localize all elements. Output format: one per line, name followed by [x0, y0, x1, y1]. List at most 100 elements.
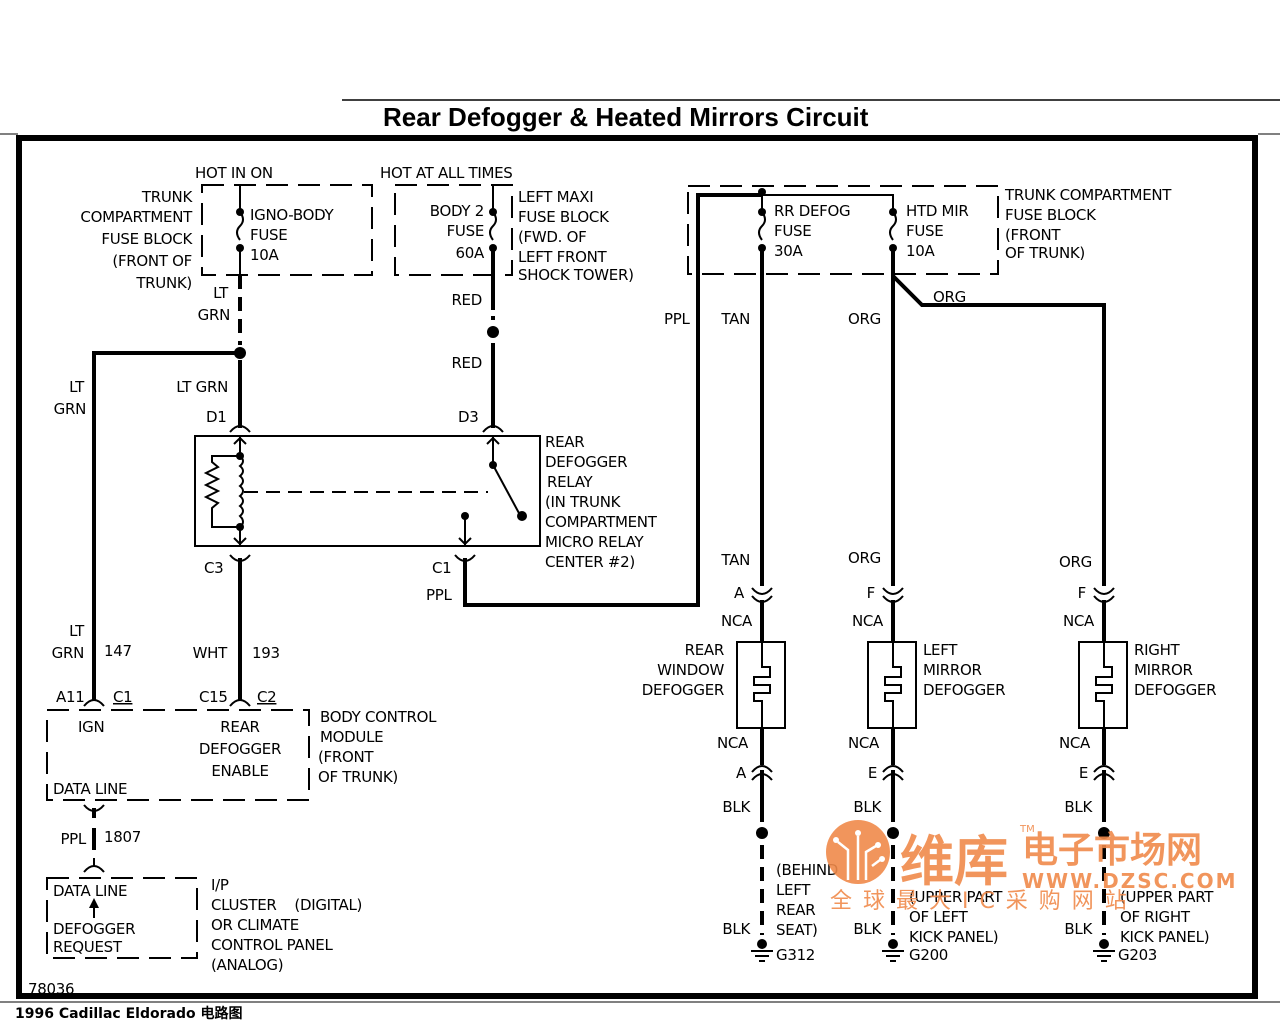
connector-d1 [229, 425, 251, 433]
ground-location: KICK PANEL) [1120, 928, 1209, 946]
svg-text:ENABLE: ENABLE [211, 762, 268, 780]
diagram-title: Rear Defogger & Heated Mirrors Circuit [383, 102, 869, 132]
diagram-id: 78036 [28, 980, 74, 998]
svg-text:(IN TRUNK: (IN TRUNK [545, 493, 622, 511]
svg-text:NCA: NCA [848, 734, 880, 752]
svg-text:1807: 1807 [104, 828, 141, 846]
htd-mir-fuse: HTD MIR FUSE 10A [889, 202, 969, 260]
relay-coil [203, 436, 488, 546]
wiring-diagram: Rear Defogger & Heated Mirrors Circuit 1… [0, 99, 1280, 1022]
svg-text:I/P: I/P [211, 876, 229, 894]
svg-text:TRUNK: TRUNK [141, 188, 194, 206]
svg-text:TAN: TAN [720, 310, 750, 328]
svg-text:OF TRUNK): OF TRUNK) [1005, 244, 1085, 262]
watermark-market: 电子市场网 [1022, 830, 1202, 871]
svg-text:193: 193 [252, 644, 280, 662]
ground-icon [1093, 950, 1115, 962]
ip-cluster-label: I/P CLUSTER (DIGITAL) OR CLIMATE CONTROL… [211, 876, 362, 974]
svg-text:FUSE: FUSE [447, 222, 484, 240]
splice [887, 827, 899, 839]
svg-text:FUSE BLOCK: FUSE BLOCK [518, 208, 610, 226]
svg-text:10A: 10A [906, 242, 935, 260]
connector-d3-label: D3 [458, 408, 479, 426]
svg-text:ORG: ORG [848, 310, 881, 328]
svg-text:NCA: NCA [852, 612, 884, 630]
svg-text:F: F [1078, 584, 1086, 602]
svg-text:10A: 10A [250, 246, 279, 264]
svg-text:CONTROL PANEL: CONTROL PANEL [211, 936, 333, 954]
svg-text:(FRONT: (FRONT [318, 748, 374, 766]
svg-text:CENTER #2): CENTER #2) [545, 553, 635, 571]
svg-text:60A: 60A [456, 244, 485, 262]
load-name: MIRROR [1134, 661, 1193, 679]
svg-text:NCA: NCA [717, 734, 749, 752]
svg-text:TRUNK COMPARTMENT: TRUNK COMPARTMENT [1004, 186, 1172, 204]
svg-text:NCA: NCA [1063, 612, 1095, 630]
left-maxi-fuse-block-label: LEFT MAXI FUSE BLOCK (FWD. OF LEFT FRONT… [518, 188, 634, 284]
svg-text:OF TRUNK): OF TRUNK) [318, 768, 398, 786]
svg-text:FUSE BLOCK: FUSE BLOCK [1005, 206, 1097, 224]
connector-d3 [482, 425, 504, 433]
svg-text:BODY CONTROL: BODY CONTROL [320, 708, 437, 726]
ground-location: REAR [776, 901, 815, 919]
svg-text:E: E [868, 764, 877, 782]
svg-text:C2: C2 [257, 688, 276, 706]
svg-text:PPL: PPL [664, 310, 690, 328]
connector-d1-label: D1 [206, 408, 227, 426]
svg-text:TAN: TAN [720, 551, 750, 569]
svg-text:(FRONT: (FRONT [1005, 226, 1061, 244]
body-control-module-label: BODY CONTROL MODULE (FRONT OF TRUNK) [318, 708, 437, 786]
load-name: RIGHT [1134, 641, 1181, 659]
svg-text:RR DEFOG: RR DEFOG [774, 202, 850, 220]
svg-text:147: 147 [104, 642, 132, 660]
svg-text:C3: C3 [204, 559, 223, 577]
bcm-data-line-label: DATA LINE [53, 780, 127, 798]
ground-id: G203 [1118, 946, 1157, 964]
svg-text:TRUNK): TRUNK) [135, 274, 192, 292]
ground-location: LEFT [776, 881, 811, 899]
svg-text:WHT: WHT [193, 644, 229, 662]
connector-c15 [229, 699, 251, 707]
svg-text:FUSE BLOCK: FUSE BLOCK [101, 230, 193, 248]
svg-text:A11: A11 [56, 688, 84, 706]
watermark-slogan: 全 球 最 大 I C 采 购 网 站 [830, 889, 1129, 914]
svg-text:CLUSTER (DIGITAL): CLUSTER (DIGITAL) [211, 896, 362, 914]
org-wire-right-mirror [891, 274, 1106, 586]
svg-text:RED: RED [451, 291, 482, 309]
svg-text:E: E [1079, 764, 1088, 782]
ground-id: G200 [909, 946, 948, 964]
svg-text:C1: C1 [432, 559, 451, 577]
svg-text:NCA: NCA [721, 612, 753, 630]
svg-text:COMPARTMENT: COMPARTMENT [80, 208, 193, 226]
bcm-ign-label: IGN [78, 718, 104, 736]
svg-text:(FWD. OF: (FWD. OF [518, 228, 586, 246]
watermark-brand: 维库 [900, 830, 1008, 893]
svg-text:PPL: PPL [60, 830, 86, 848]
svg-text:NCA: NCA [1059, 734, 1091, 752]
svg-text:REQUEST: REQUEST [53, 938, 123, 956]
svg-text:IGNO-BODY: IGNO-BODY [250, 206, 335, 224]
svg-text:BLK: BLK [1064, 798, 1093, 816]
ground-icon [751, 950, 773, 962]
load-name: WINDOW [657, 661, 724, 679]
load-name: DEFOGGER [642, 681, 724, 699]
svg-text:BLK: BLK [853, 798, 882, 816]
relay-label: REAR DEFOGGER RELAY (IN TRUNK COMPARTMEN… [545, 433, 658, 571]
svg-text:COMPARTMENT: COMPARTMENT [545, 513, 658, 531]
svg-text:LT GRN: LT GRN [176, 378, 228, 396]
svg-text:LEFT MAXI: LEFT MAXI [518, 188, 593, 206]
svg-text:BLK: BLK [722, 920, 751, 938]
ground-icon [882, 950, 904, 962]
svg-text:SHOCK TOWER): SHOCK TOWER) [518, 266, 634, 284]
trunk-fuse-block-right-outline [687, 185, 999, 275]
svg-text:GRN: GRN [52, 644, 84, 662]
heater-grid-icon [753, 642, 771, 728]
body2-fuse: BODY 2 FUSE 60A [430, 185, 497, 262]
trunk-fuse-block-right-label: TRUNK COMPARTMENT FUSE BLOCK (FRONT OF T… [1004, 186, 1173, 262]
load-name: MIRROR [923, 661, 982, 679]
connector-top [751, 587, 773, 595]
ground-id: G312 [776, 946, 815, 964]
footer-caption: 1996 Cadillac Eldorado 电路图 [15, 1005, 242, 1022]
svg-text:A: A [736, 764, 747, 782]
svg-text:MODULE: MODULE [320, 728, 383, 746]
